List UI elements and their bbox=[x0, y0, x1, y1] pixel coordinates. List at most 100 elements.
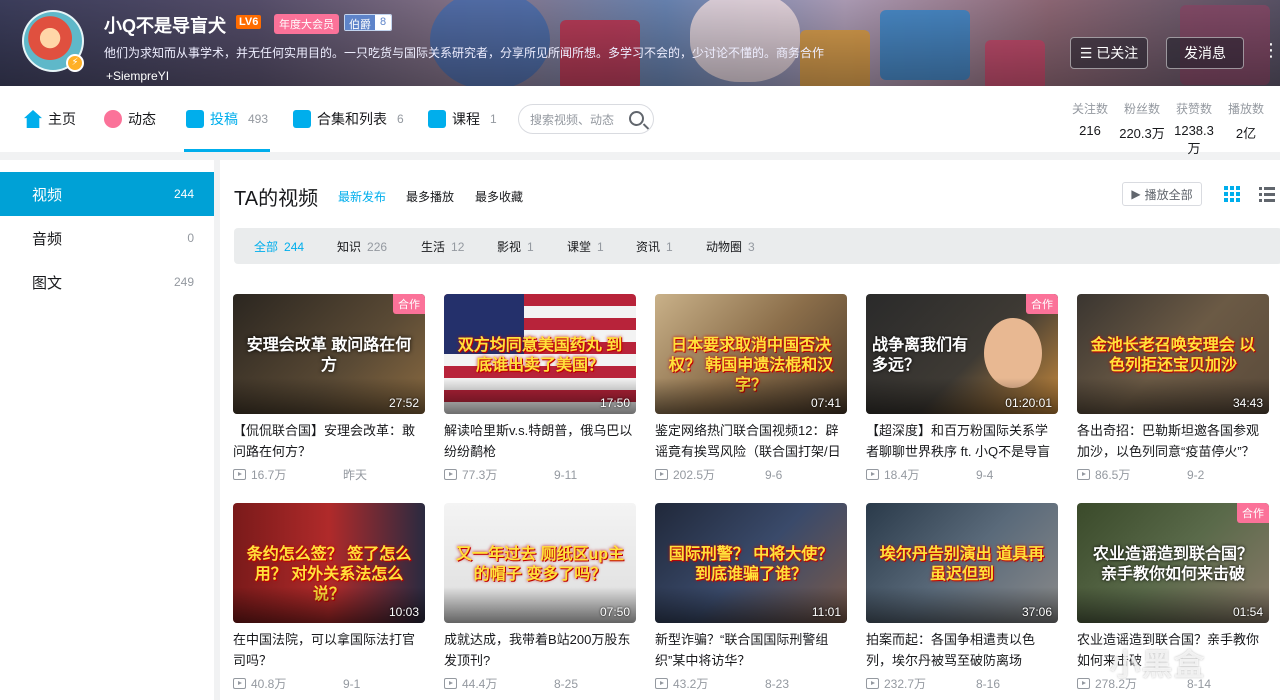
vip-badge[interactable]: 年度大会员 bbox=[274, 14, 339, 34]
video-title[interactable]: 成就达成，我带着B站200万股东发顶刊? bbox=[444, 629, 636, 671]
tab-label: 合集和列表 bbox=[317, 111, 387, 127]
video-title[interactable]: 【超深度】和百万粉国际关系学者聊聊世界秩序 ft. 小Q不是导盲犬 | bbox=[866, 420, 1058, 462]
thumbnail-text: 双方均同意美国药丸 到底谁出卖了美国？ bbox=[457, 337, 623, 374]
video-thumbnail[interactable]: 国际刑警？ 中将大使？ 到底谁骗了谁？ 11:01 bbox=[655, 503, 847, 623]
filter-news[interactable]: 资讯 1 bbox=[636, 238, 673, 255]
video-thumbnail[interactable]: 埃尔丹告别演出 道具再虽迟但到 37:06 bbox=[866, 503, 1058, 623]
video-thumbnail[interactable]: 金池长老召唤安理会 以色列拒还宝贝加沙 34:43 bbox=[1077, 294, 1269, 414]
user-stats: 关注数 216 粉丝数 220.3万 获赞数 1238.3万 播放数 2亿 bbox=[1064, 100, 1272, 157]
search-icon[interactable] bbox=[629, 111, 644, 126]
play-count-icon bbox=[655, 678, 668, 689]
sidebar-item-label: 视频 bbox=[32, 186, 63, 204]
tab-uploads[interactable]: 投稿 493 bbox=[183, 86, 271, 152]
level-badge: LV6 bbox=[236, 15, 262, 29]
video-card[interactable]: 日本要求取消中国否决权？ 韩国申遗法棍和汉字？ 07:41 鉴定网络热门联合国视… bbox=[655, 294, 847, 483]
filter-all[interactable]: 全部 244 bbox=[254, 238, 304, 255]
video-thumbnail[interactable]: 战争离我们有多远？ 合作 01:20:01 bbox=[866, 294, 1058, 414]
sidebar-item-article[interactable]: 图文 249 bbox=[0, 260, 214, 304]
filter-count: 1 bbox=[527, 240, 534, 254]
filter-film[interactable]: 影视 1 bbox=[497, 238, 534, 255]
grid-view-icon[interactable] bbox=[1223, 185, 1241, 203]
menu-lines-icon: ☰ bbox=[1079, 44, 1093, 61]
filter-life[interactable]: 生活 12 bbox=[421, 238, 464, 255]
sort-most-played[interactable]: 最多播放 bbox=[406, 188, 454, 205]
video-thumbnail[interactable]: 又一年过去 厕纸区up主的帽子 变多了吗？ 07:50 bbox=[444, 503, 636, 623]
list-view-icon[interactable] bbox=[1258, 185, 1276, 203]
filter-count: 3 bbox=[748, 240, 755, 254]
video-meta: 232.7万 8-16 bbox=[866, 675, 1058, 692]
tab-dynamics[interactable]: 动态 bbox=[104, 86, 156, 152]
stat-value: 1238.3万 bbox=[1174, 123, 1214, 156]
video-thumbnail[interactable]: 双方均同意美国药丸 到底谁出卖了美国？ 17:50 bbox=[444, 294, 636, 414]
play-count-icon bbox=[866, 678, 879, 689]
sidebar-item-audio[interactable]: 音频 0 bbox=[0, 216, 214, 260]
video-card[interactable]: 双方均同意美国药丸 到底谁出卖了美国？ 17:50 解读哈里斯v.s.特朗普，俄… bbox=[444, 294, 636, 483]
followed-button[interactable]: ☰ 已关注 bbox=[1070, 37, 1148, 69]
video-thumbnail[interactable]: 农业造谣造到联合国？ 亲手教你如何来击破 合作 01:54 bbox=[1077, 503, 1269, 623]
tab-label: 主页 bbox=[48, 111, 76, 127]
filter-animals[interactable]: 动物圈 3 bbox=[706, 238, 755, 255]
video-date: 8-25 bbox=[554, 676, 579, 691]
content-sidebar: 视频 244 音频 0 图文 249 bbox=[0, 160, 214, 700]
video-card[interactable]: 战争离我们有多远？ 合作 01:20:01 【超深度】和百万粉国际关系学者聊聊世… bbox=[866, 294, 1058, 483]
filter-classroom[interactable]: 课堂 1 bbox=[567, 238, 604, 255]
play-count-icon bbox=[444, 469, 457, 480]
video-title[interactable]: 解读哈里斯v.s.特朗普，俄乌巴以纷纷鹬枪 bbox=[444, 420, 636, 462]
more-menu-icon[interactable]: ⋮ bbox=[1262, 40, 1280, 64]
video-views: 77.3万 bbox=[462, 468, 498, 482]
video-title[interactable]: 拍案而起：各国争相遣责以色列，埃尔丹被骂至破防离场 bbox=[866, 629, 1058, 671]
tab-home[interactable]: 主页 bbox=[24, 86, 76, 152]
video-title[interactable]: 【侃侃联合国】安理会改革：敢问路在何方？ bbox=[233, 420, 425, 462]
video-views: 44.4万 bbox=[462, 677, 498, 691]
video-duration: 37:06 bbox=[1021, 605, 1052, 619]
send-message-button[interactable]: 发消息 bbox=[1166, 37, 1244, 69]
video-thumbnail[interactable]: 安理会改革 敢问路在何方 合作 27:52 bbox=[233, 294, 425, 414]
search-input[interactable]: 搜索视频、动态 bbox=[518, 104, 654, 134]
thumbnail-text: 金池长老召唤安理会 以色列拒还宝贝加沙 bbox=[1090, 337, 1256, 374]
video-card[interactable]: 又一年过去 厕纸区up主的帽子 变多了吗？ 07:50 成就达成，我带着B站20… bbox=[444, 503, 636, 692]
video-title[interactable]: 各出奇招：巴勒斯坦邀各国参观加沙，以色列同意“疫苗停火”？ bbox=[1077, 420, 1269, 462]
video-card[interactable]: 安理会改革 敢问路在何方 合作 27:52 【侃侃联合国】安理会改革：敢问路在何… bbox=[233, 294, 425, 483]
stat-label: 关注数 bbox=[1071, 102, 1108, 116]
video-card[interactable]: 金池长老召唤安理会 以色列拒还宝贝加沙 34:43 各出奇招：巴勒斯坦邀各国参观… bbox=[1077, 294, 1269, 483]
video-meta: 40.8万 9-1 bbox=[233, 675, 425, 692]
collab-badge: 合作 bbox=[1026, 294, 1058, 314]
filter-label: 资讯 bbox=[636, 240, 661, 254]
video-card[interactable]: 条约怎么签？ 签了怎么用？ 对外关系法怎么说？ 10:03 在中国法院，可以拿国… bbox=[233, 503, 425, 692]
filter-label: 知识 bbox=[337, 240, 362, 254]
thumbnail-text: 农业造谣造到联合国？ 亲手教你如何来击破 bbox=[1092, 546, 1253, 583]
sort-latest[interactable]: 最新发布 bbox=[338, 188, 386, 205]
video-title[interactable]: 鉴定网络热门联合国视频12：辟谣竟有挨骂风险（联合国打架/日本取 bbox=[655, 420, 847, 462]
video-card[interactable]: 国际刑警？ 中将大使？ 到底谁骗了谁？ 11:01 新型诈骗？“联合国国际刑警组… bbox=[655, 503, 847, 692]
search-placeholder: 搜索视频、动态 bbox=[530, 112, 615, 127]
video-views: 18.4万 bbox=[884, 468, 920, 482]
play-all-button[interactable]: ▶ 播放全部 bbox=[1122, 182, 1202, 206]
sidebar-item-video[interactable]: 视频 244 bbox=[0, 172, 214, 216]
thumbnail-text: 埃尔丹告别演出 道具再虽迟但到 bbox=[879, 546, 1045, 583]
video-title[interactable]: 在中国法院，可以拿国际法打官司吗？ bbox=[233, 629, 425, 671]
home-icon bbox=[24, 110, 42, 128]
filter-label: 影视 bbox=[497, 240, 522, 254]
video-views: 86.5万 bbox=[1095, 468, 1131, 482]
play-count-icon bbox=[866, 469, 879, 480]
stat-value: 2亿 bbox=[1235, 126, 1257, 141]
stat-following[interactable]: 关注数 216 bbox=[1064, 100, 1116, 157]
play-count-icon bbox=[1077, 678, 1090, 689]
video-views: 43.2万 bbox=[673, 677, 709, 691]
filter-knowledge[interactable]: 知识 226 bbox=[337, 238, 387, 255]
video-thumbnail[interactable]: 条约怎么签？ 签了怎么用？ 对外关系法怎么说？ 10:03 bbox=[233, 503, 425, 623]
video-card[interactable]: 埃尔丹告别演出 道具再虽迟但到 37:06 拍案而起：各国争相遣责以色列，埃尔丹… bbox=[866, 503, 1058, 692]
user-extra: +SiempreYI bbox=[106, 69, 170, 83]
sort-most-favorited[interactable]: 最多收藏 bbox=[475, 188, 523, 205]
video-thumbnail[interactable]: 日本要求取消中国否决权？ 韩国申遗法棍和汉字？ 07:41 bbox=[655, 294, 847, 414]
video-date: 9-1 bbox=[343, 676, 361, 691]
tab-collections[interactable]: 合集和列表 6 bbox=[293, 86, 404, 152]
stat-followers[interactable]: 粉丝数 220.3万 bbox=[1116, 100, 1168, 157]
tab-courses[interactable]: 课程 1 bbox=[428, 86, 497, 152]
video-views: 232.7万 bbox=[884, 677, 927, 691]
video-duration: 11:01 bbox=[811, 605, 841, 619]
fan-medal[interactable]: 伯爵 8 bbox=[344, 14, 393, 31]
verified-badge-icon: ⚡ bbox=[66, 54, 84, 72]
video-date: 9-6 bbox=[765, 467, 783, 482]
video-title[interactable]: 新型诈骗？“联合国国际刑警组织”某中将访华？ bbox=[655, 629, 847, 671]
